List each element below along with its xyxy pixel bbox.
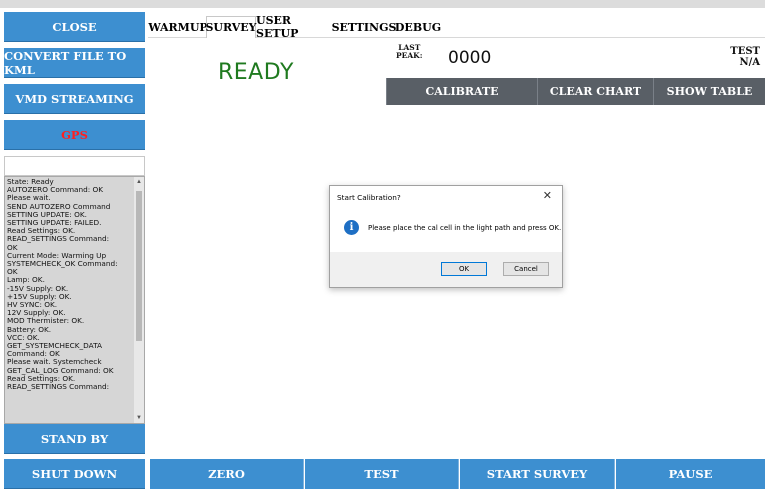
sidebar-blank-field (4, 156, 145, 176)
tab-survey[interactable]: SURVEY (205, 16, 257, 38)
scroll-up-arrow-icon[interactable]: ▲ (134, 177, 144, 187)
window-top-strip (0, 0, 765, 8)
calibrate-button[interactable]: CALIBRATE (386, 78, 537, 105)
info-icon: i (344, 220, 359, 235)
start-survey-button[interactable]: START SURVEY (460, 459, 615, 489)
test-readout: TEST N/A (724, 46, 760, 68)
status-log[interactable]: State: Ready AUTOZERO Command: OK Please… (4, 176, 145, 424)
last-peak-label-line2: PEAK: (396, 51, 423, 60)
vmd-streaming-button[interactable]: VMD STREAMING (4, 84, 145, 114)
scroll-thumb[interactable] (136, 191, 142, 341)
test-readout-value: N/A (739, 57, 760, 68)
convert-file-to-kml-button[interactable]: CONVERT FILE TO KML (4, 48, 145, 78)
status-ready-text: READY (218, 60, 294, 85)
show-table-button[interactable]: SHOW TABLE (653, 78, 765, 105)
start-calibration-dialog: Start Calibration? ✕ i Please place the … (329, 185, 563, 288)
zero-button[interactable]: ZERO (150, 459, 304, 489)
tab-settings[interactable]: SETTINGS (332, 16, 397, 38)
dialog-message: Please place the cal cell in the light p… (368, 224, 562, 232)
tab-warmup[interactable]: WARMUP (148, 16, 207, 38)
tab-bar: WARMUP SURVEY USER SETUP SETTINGS DEBUG (148, 8, 765, 40)
test-button[interactable]: TEST (305, 459, 459, 489)
dialog-close-icon[interactable]: ✕ (543, 189, 552, 202)
test-readout-label: TEST (730, 46, 760, 57)
close-button[interactable]: CLOSE (4, 12, 145, 42)
status-log-text: State: Ready AUTOZERO Command: OK Please… (7, 177, 118, 392)
stand-by-button[interactable]: STAND BY (4, 424, 145, 454)
dialog-cancel-button[interactable]: Cancel (503, 262, 549, 276)
last-peak-value: 0000 (448, 48, 492, 68)
last-peak-label: LAST PEAK: (396, 44, 422, 60)
clear-chart-button[interactable]: CLEAR CHART (537, 78, 653, 105)
tab-user-setup[interactable]: USER SETUP (256, 14, 332, 40)
dialog-ok-button[interactable]: OK (441, 262, 487, 276)
shut-down-button[interactable]: SHUT DOWN (4, 459, 145, 489)
tab-debug[interactable]: DEBUG (395, 16, 441, 38)
scroll-down-arrow-icon[interactable]: ▼ (134, 413, 144, 423)
status-log-scrollbar[interactable]: ▲ ▼ (134, 177, 144, 423)
dialog-title: Start Calibration? (337, 193, 401, 202)
pause-button[interactable]: PAUSE (616, 459, 765, 489)
gps-button[interactable]: GPS (4, 120, 145, 150)
